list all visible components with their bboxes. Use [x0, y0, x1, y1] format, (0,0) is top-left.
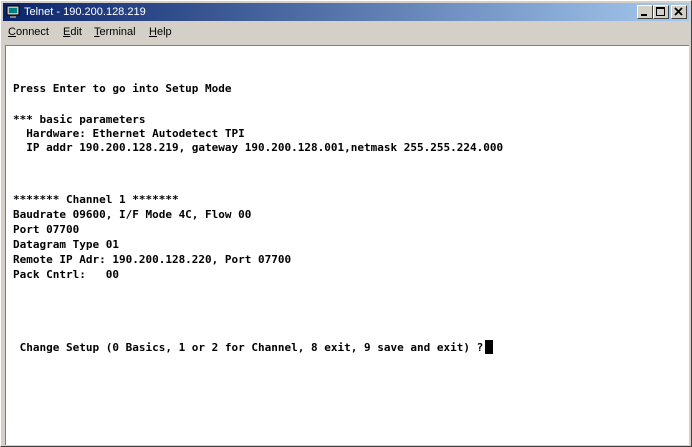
window-title: Telnet - 190.200.128.219 [24, 6, 146, 18]
close-button[interactable] [671, 5, 687, 19]
minimize-button[interactable] [637, 5, 653, 19]
menu-bar: Connect Edit Terminal Help [3, 23, 689, 41]
title-bar[interactable]: Telnet - 190.200.128.219 [3, 3, 689, 21]
menu-edit[interactable]: Edit [63, 25, 82, 39]
terminal-line: Remote IP Adr: 190.200.128.220, Port 077… [13, 253, 292, 266]
terminal-line: Baudrate 09600, I/F Mode 4C, Flow 00 [13, 208, 252, 221]
terminal-line: IP addr 190.200.128.219, gateway 190.200… [13, 141, 504, 154]
terminal-screen[interactable]: Press Enter to go into Setup Mode *** ba… [5, 45, 689, 445]
telnet-icon [6, 5, 20, 18]
maximize-icon [656, 7, 665, 16]
terminal-line: Port 07700 [13, 223, 80, 236]
terminal-line: Pack Cntrl: 00 [13, 268, 119, 281]
menu-help[interactable]: Help [149, 25, 172, 39]
maximize-button[interactable] [653, 5, 669, 19]
minimize-icon [641, 14, 647, 16]
terminal-line: ******* Channel 1 ******* [13, 193, 179, 206]
terminal-line: Press Enter to go into Setup Mode [13, 82, 232, 95]
text-cursor [485, 340, 494, 354]
terminal-line: *** basic parameters [13, 113, 146, 126]
telnet-window: Telnet - 190.200.128.219 Connect Edit Te… [0, 0, 692, 447]
terminal-line: Datagram Type 01 [13, 238, 119, 251]
menu-connect-label: onnect [15, 26, 49, 38]
prompt-text: Change Setup (0 Basics, 1 or 2 for Chann… [13, 341, 484, 354]
menu-connect[interactable]: Connect [8, 25, 49, 39]
menu-terminal[interactable]: Terminal [94, 25, 136, 39]
terminal-prompt: Change Setup (0 Basics, 1 or 2 for Chann… [13, 340, 494, 355]
menu-help-label: elp [156, 26, 172, 38]
close-icon [674, 7, 683, 16]
terminal-line: Hardware: Ethernet Autodetect TPI [13, 127, 245, 140]
menu-edit-label: dit [70, 26, 82, 38]
menu-help-mnemonic: H [149, 26, 157, 38]
menu-terminal-label: erminal [99, 26, 136, 38]
menu-connect-mnemonic: C [8, 26, 16, 38]
